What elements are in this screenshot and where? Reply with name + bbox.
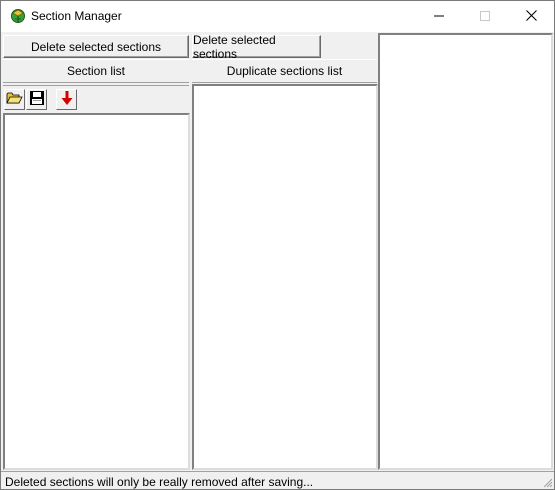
arrow-down-icon <box>61 90 73 109</box>
section-detail-panel[interactable] <box>378 33 553 470</box>
section-list-header: Section list <box>3 59 189 83</box>
middle-delete-selected-button[interactable]: Delete selected sections <box>192 33 321 61</box>
open-button[interactable] <box>4 89 25 110</box>
status-text: Deleted sections will only be really rem… <box>5 475 314 489</box>
save-button[interactable] <box>26 89 47 110</box>
resize-grip-icon[interactable] <box>541 476 553 488</box>
close-button[interactable] <box>508 1 554 32</box>
section-list-toolbar <box>3 85 189 113</box>
title-bar[interactable]: Section Manager <box>1 1 554 32</box>
save-icon <box>29 90 45 109</box>
section-manager-app-icon <box>9 7 27 25</box>
duplicate-sections-list-header: Duplicate sections list <box>192 59 377 83</box>
maximize-button[interactable] <box>462 1 508 32</box>
maximize-icon <box>480 10 490 24</box>
move-down-button[interactable] <box>56 89 77 110</box>
left-delete-selected-button[interactable]: Delete selected sections <box>3 35 189 58</box>
duplicate-sections-list[interactable] <box>192 84 378 470</box>
minimize-button[interactable] <box>416 1 462 32</box>
minimize-icon <box>434 10 444 24</box>
section-list[interactable] <box>3 113 190 470</box>
close-icon <box>525 9 537 24</box>
section-manager-window: Section Manager Delete selected sections… <box>0 0 555 490</box>
status-bar: Deleted sections will only be really rem… <box>1 471 554 489</box>
window-title: Section Manager <box>31 9 122 23</box>
open-folder-icon <box>6 91 23 108</box>
